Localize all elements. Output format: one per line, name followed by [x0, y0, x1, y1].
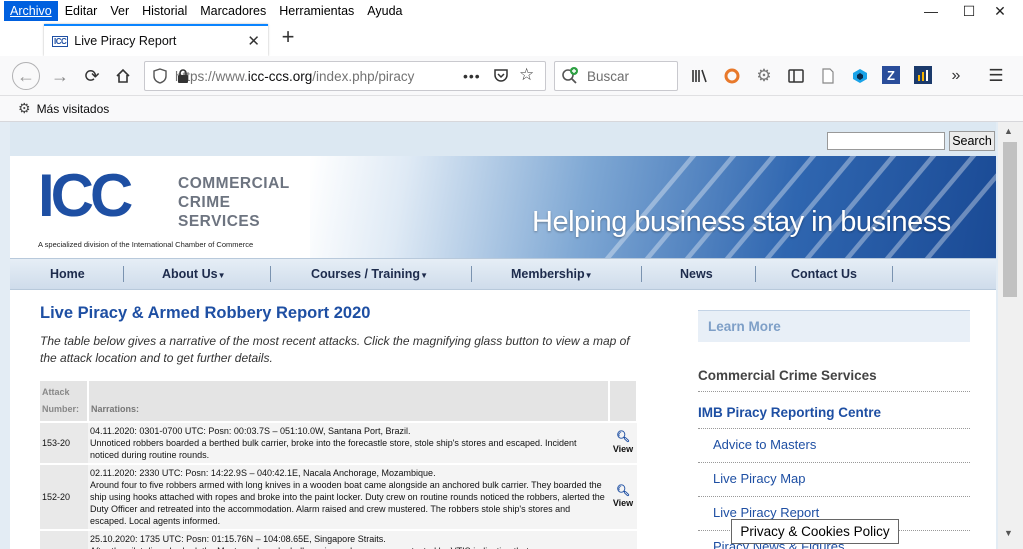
attack-number: 152-20	[40, 463, 88, 530]
nav-news[interactable]: News	[680, 267, 713, 281]
page-document-icon[interactable]	[818, 66, 838, 86]
zotero-z-icon[interactable]: Z	[882, 66, 900, 84]
dropdown-arrow-icon: ▼	[420, 271, 428, 280]
new-tab-icon[interactable]: +	[276, 26, 300, 50]
banner-tagline: Helping business stay in business	[532, 206, 951, 238]
sidebar: Learn More Commercial Crime Services IMB…	[698, 310, 970, 549]
close-window-icon[interactable]: ✕	[977, 0, 1023, 22]
close-tab-icon[interactable]: ✕	[247, 32, 260, 50]
menu-marcadores[interactable]: Marcadores	[194, 1, 272, 21]
search-placeholder: Buscar	[587, 68, 630, 84]
extension-cube-icon[interactable]	[850, 66, 870, 86]
menu-ver[interactable]: Ver	[104, 1, 135, 21]
page-actions-icon[interactable]: •••	[463, 68, 481, 84]
sidebar-commercial-crime-services[interactable]: Commercial Crime Services	[698, 363, 970, 392]
reader-sidebar-icon[interactable]	[786, 66, 806, 86]
magnifier-icon: 🔍︎	[616, 431, 630, 443]
site-top-bar: Search	[10, 122, 996, 156]
nav-toolbar: ← → ⟳ https://www.icc-ccs.org/index.php/…	[0, 56, 1023, 96]
menu-ayuda[interactable]: Ayuda	[361, 1, 408, 21]
attack-narration: 04.11.2020: 0301-0700 UTC: Posn: 00:03.7…	[88, 421, 609, 464]
menu-editar[interactable]: Editar	[59, 1, 104, 21]
intro-text: The table below gives a narrative of the…	[40, 334, 630, 365]
home-icon[interactable]	[109, 62, 137, 90]
bookmark-star-icon[interactable]: ☆	[519, 65, 534, 85]
forward-icon[interactable]: →	[46, 62, 74, 90]
menu-historial[interactable]: Historial	[136, 1, 193, 21]
scroll-thumb[interactable]	[1003, 142, 1017, 297]
site-main-nav: Home About Us▼ Courses / Training▼ Membe…	[10, 258, 996, 290]
nav-courses-training[interactable]: Courses / Training▼	[311, 267, 428, 281]
learn-more-heading: Learn More	[698, 310, 970, 342]
nav-contact-us[interactable]: Contact Us	[791, 267, 857, 281]
sidebar-link-advice-to-masters[interactable]: Advice to Masters	[698, 429, 970, 463]
table-row: 25.10.2020: 1735 UTC: Posn: 01:15.76N – …	[40, 529, 637, 549]
nav-about-us[interactable]: About Us▼	[162, 267, 225, 281]
hamburger-menu-icon[interactable]: ☰	[986, 66, 1006, 86]
analytics-chart-icon[interactable]	[914, 66, 932, 84]
lock-icon[interactable]	[177, 69, 189, 86]
settings-gear-icon[interactable]: ⚙	[754, 66, 774, 86]
tab-live-piracy-report[interactable]: ICC Live Piracy Report ✕	[44, 24, 268, 56]
attack-narration: 25.10.2020: 1735 UTC: Posn: 01:15.76N – …	[88, 529, 609, 549]
menu-bar: Archivo Editar Ver Historial Marcadores …	[0, 0, 1023, 22]
url-bar[interactable]: https://www.icc-ccs.org/index.php/piracy…	[144, 61, 546, 91]
privacy-cookies-policy-button[interactable]: Privacy & Cookies Policy	[731, 519, 899, 544]
nav-membership[interactable]: Membership▼	[511, 267, 593, 281]
most-visited-gear-icon: ⚙	[18, 100, 31, 116]
search-bar[interactable]: Buscar	[554, 61, 678, 91]
table-row: 153-20 04.11.2020: 0301-0700 UTC: Posn: …	[40, 421, 637, 464]
logo-services: SERVICES	[178, 213, 261, 230]
bookmarks-toolbar: ⚙ Más visitados	[0, 96, 1023, 122]
header-banner: Helping business stay in business ICC CO…	[10, 156, 996, 258]
page-scrollbar[interactable]: ▲ ▼	[998, 122, 1023, 549]
logo-letters: ICC	[38, 162, 133, 229]
icc-favicon-icon: ICC	[52, 35, 69, 47]
header-attack-number: Attack Number:	[40, 381, 89, 422]
sidebar-imb-piracy-reporting-centre[interactable]: IMB Piracy Reporting Centre	[698, 400, 970, 429]
logo-crime: CRIME	[178, 194, 231, 211]
bookmark-mas-visitados[interactable]: Más visitados	[37, 102, 110, 116]
overflow-chevron-icon[interactable]: »	[946, 66, 966, 86]
back-icon[interactable]: ←	[12, 62, 40, 90]
dropdown-arrow-icon: ▼	[584, 271, 593, 280]
site-container: Search Helping business stay in business…	[10, 122, 996, 549]
main-content: Live Piracy & Armed Robbery Report 2020 …	[10, 290, 996, 549]
dropdown-arrow-icon: ▼	[217, 271, 226, 280]
header-view	[609, 381, 638, 422]
logo-commercial: COMMERCIAL	[178, 175, 290, 192]
nav-home[interactable]: Home	[50, 267, 85, 281]
table-row: 152-20 02.11.2020: 2330 UTC: Posn: 14:22…	[40, 463, 637, 530]
scroll-down-icon[interactable]: ▼	[1004, 528, 1013, 538]
menu-herramientas[interactable]: Herramientas	[273, 1, 360, 21]
site-search-button[interactable]: Search	[949, 131, 995, 151]
attack-narration: 02.11.2020: 2330 UTC: Posn: 14:22.9S – 0…	[88, 463, 609, 530]
url-text: https://www.icc-ccs.org/index.php/piracy	[175, 68, 415, 84]
view-map-button[interactable]	[609, 529, 637, 549]
site-info-shield-icon[interactable]	[153, 68, 167, 87]
view-map-button[interactable]: 🔍︎ View	[609, 463, 637, 530]
view-map-button[interactable]: 🔍︎ View	[609, 421, 637, 464]
site-search-input[interactable]	[827, 132, 945, 150]
logo-subtitle: A specialized division of the Internatio…	[38, 240, 254, 249]
tab-title: Live Piracy Report	[74, 34, 177, 48]
pocket-icon[interactable]	[493, 67, 509, 86]
reload-icon[interactable]: ⟳	[78, 62, 106, 90]
menu-archivo[interactable]: Archivo	[4, 1, 58, 21]
header-narrations: Narrations:	[88, 381, 610, 422]
scroll-up-icon[interactable]: ▲	[1004, 126, 1013, 136]
attack-number	[40, 529, 88, 549]
piracy-report-table: Attack Number: Narrations: 153-20 04.11.…	[40, 381, 638, 549]
page-viewport: Search Helping business stay in business…	[0, 122, 1023, 549]
sidebar-link-live-piracy-map[interactable]: Live Piracy Map	[698, 463, 970, 497]
library-icon[interactable]	[690, 66, 710, 86]
extension-ring-icon[interactable]	[722, 66, 742, 86]
tab-strip: ICC Live Piracy Report ✕ +	[0, 22, 1023, 56]
page-title: Live Piracy & Armed Robbery Report 2020	[40, 304, 371, 322]
attack-number: 153-20	[40, 421, 88, 464]
magnifier-icon: 🔍︎	[616, 485, 630, 497]
search-engine-icon[interactable]	[561, 66, 579, 87]
